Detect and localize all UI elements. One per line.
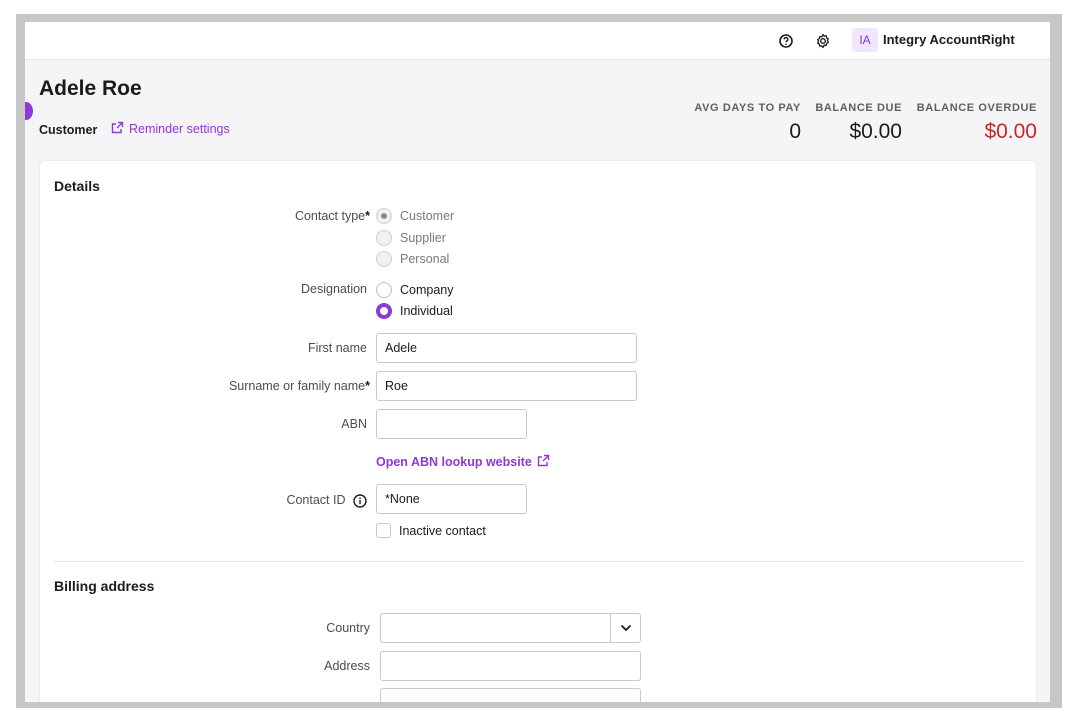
- contact-type-badge: Customer: [39, 123, 98, 137]
- stat-label: BALANCE DUE: [815, 102, 902, 114]
- radio-contact-type-personal[interactable]: Personal: [376, 251, 449, 267]
- radio-contact-type-supplier[interactable]: Supplier: [376, 230, 446, 246]
- stat-balance-due: BALANCE DUE $0.00: [815, 102, 902, 144]
- country-select[interactable]: [380, 613, 641, 643]
- stat-balance-overdue: BALANCE OVERDUE $0.00: [917, 102, 1037, 144]
- billing-section-title: Billing address: [54, 578, 155, 594]
- stat-label: BALANCE OVERDUE: [916, 102, 1037, 114]
- contact-id-label-text: Contact ID: [286, 493, 346, 507]
- radio-designation-company[interactable]: Company: [376, 282, 454, 298]
- radio-circle: [376, 251, 392, 267]
- contact-type-label: Contact type*: [295, 209, 370, 223]
- surname-field[interactable]: Roe: [376, 371, 637, 401]
- help-icon[interactable]: [776, 31, 796, 51]
- country-label: Country: [326, 621, 370, 635]
- abn-field[interactable]: [376, 409, 527, 439]
- stat-value: $0.00: [984, 120, 1037, 143]
- abn-lookup-label: Open ABN lookup website: [376, 455, 532, 469]
- contact-id-field[interactable]: *None: [376, 484, 527, 514]
- radio-circle: [376, 208, 392, 224]
- stat-value: $0.00: [849, 120, 902, 143]
- top-bar: IA Integry AccountRight: [25, 22, 1050, 60]
- radio-label: Personal: [400, 252, 450, 266]
- radio-circle: [376, 230, 392, 246]
- chevron-down-icon[interactable]: [610, 614, 640, 642]
- designation-label: Designation: [300, 282, 367, 296]
- first-name-label: First name: [307, 341, 367, 355]
- checkbox-label: Inactive contact: [399, 523, 486, 538]
- required-mark: *: [365, 209, 370, 223]
- radio-circle: [376, 303, 392, 319]
- side-panel-handle[interactable]: [25, 102, 33, 120]
- radio-label: Individual: [400, 304, 453, 318]
- external-link-icon: [111, 121, 124, 137]
- radio-circle: [376, 282, 392, 298]
- external-link-icon: [537, 454, 550, 470]
- business-name[interactable]: Integry AccountRight: [883, 32, 1015, 47]
- required-mark: *: [365, 379, 370, 393]
- radio-label: Company: [400, 283, 454, 297]
- abn-label: ABN: [341, 417, 367, 431]
- radio-contact-type-customer[interactable]: Customer: [376, 208, 454, 224]
- contact-type-label-text: Contact type: [294, 209, 366, 223]
- address-label: Address: [324, 659, 370, 673]
- stat-value: 0: [789, 120, 801, 143]
- reminder-settings-link[interactable]: Reminder settings: [111, 121, 230, 137]
- stat-label: AVG DAYS TO PAY: [694, 102, 801, 114]
- reminder-settings-label: Reminder settings: [129, 122, 230, 136]
- avatar[interactable]: IA: [852, 28, 878, 52]
- first-name-field[interactable]: Adele: [376, 333, 637, 363]
- app-window: IA Integry AccountRight Adele Roe Custom…: [25, 22, 1050, 702]
- surname-label-text: Surname or family name: [228, 379, 366, 393]
- info-icon[interactable]: [353, 494, 367, 508]
- surname-label: Surname or family name*: [229, 379, 370, 393]
- contact-id-label: Contact ID: [286, 493, 367, 508]
- abn-lookup-link[interactable]: Open ABN lookup website: [376, 454, 550, 470]
- address-line2-field[interactable]: [380, 688, 641, 702]
- contact-form-card: Details Contact type* Customer Supplier …: [39, 160, 1037, 702]
- address-field[interactable]: [380, 651, 641, 681]
- checkbox-box: [376, 523, 391, 538]
- radio-designation-individual[interactable]: Individual: [376, 303, 453, 319]
- inactive-contact-checkbox[interactable]: Inactive contact: [376, 523, 486, 538]
- section-divider: [54, 561, 1024, 562]
- details-section-title: Details: [54, 178, 100, 194]
- page-title: Adele Roe: [39, 77, 142, 100]
- stat-avg-days: AVG DAYS TO PAY 0: [694, 102, 801, 144]
- radio-label: Customer: [400, 209, 455, 223]
- gear-icon[interactable]: [813, 31, 833, 51]
- radio-label: Supplier: [400, 231, 446, 245]
